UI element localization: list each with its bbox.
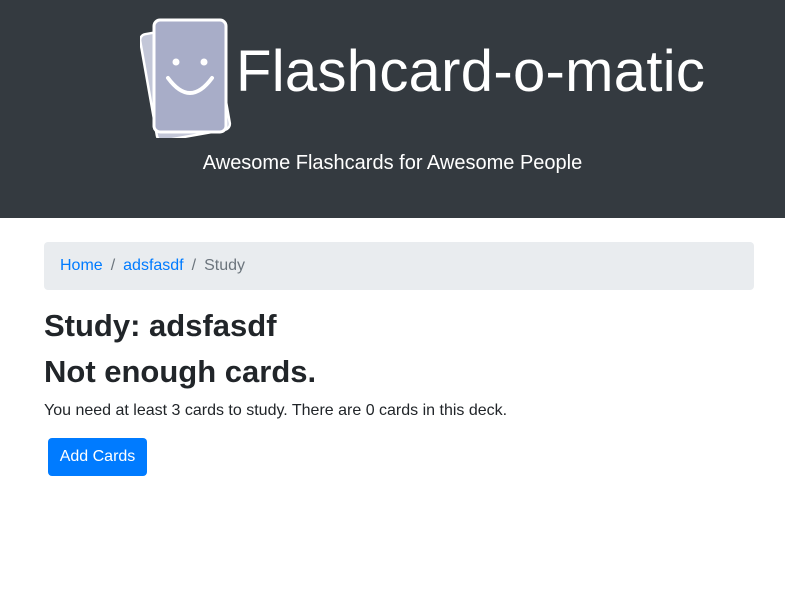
app-tagline: Awesome Flashcards for Awesome People bbox=[202, 152, 583, 174]
app-title: Flashcard-o-matic bbox=[236, 39, 706, 104]
page-title: Study: adsfasdf bbox=[44, 308, 277, 343]
breadcrumb-separator: / bbox=[110, 257, 116, 274]
breadcrumb-home-link[interactable]: Home bbox=[60, 257, 103, 275]
not-enough-cards-heading: Not enough cards. bbox=[44, 354, 317, 389]
not-enough-cards-message: You need at least 3 cards to study. Ther… bbox=[44, 402, 508, 419]
breadcrumb: Home / adsfasdf / Study bbox=[44, 242, 754, 290]
breadcrumb-current: Study bbox=[204, 257, 245, 274]
app-header: Flashcard-o-matic Awesome Flashcards for… bbox=[0, 0, 785, 218]
add-cards-button[interactable]: Add Cards bbox=[48, 438, 147, 476]
breadcrumb-deck-link[interactable]: adsfasdf bbox=[123, 257, 183, 275]
breadcrumb-separator: / bbox=[191, 257, 197, 274]
smiley-card-icon bbox=[140, 18, 232, 138]
